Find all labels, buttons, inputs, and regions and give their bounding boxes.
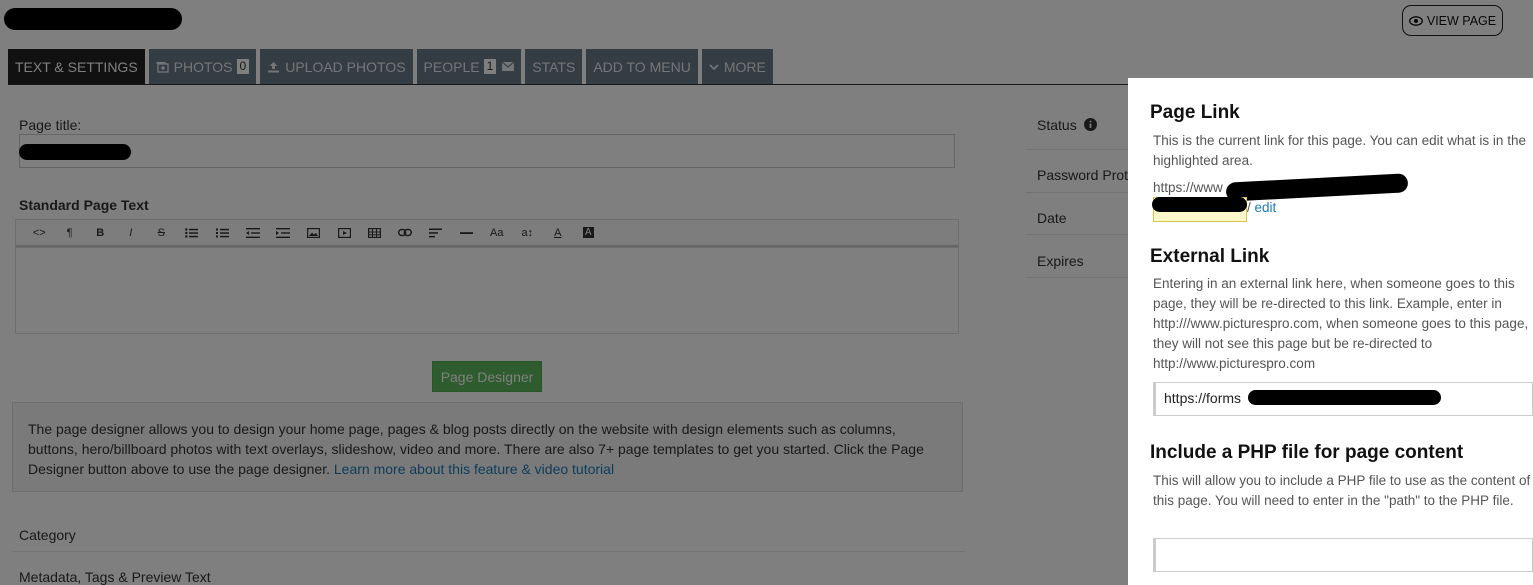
page-link-heading: Page Link	[1150, 102, 1240, 123]
edit-link[interactable]: edit	[1255, 200, 1277, 215]
php-file-path-input[interactable]	[1153, 538, 1533, 572]
external-link-value: https://forms	[1164, 390, 1242, 406]
external-link-description: Entering in an external link here, when …	[1153, 276, 1529, 371]
page-settings-panel: Page Link This is the current link for t…	[1128, 78, 1533, 585]
slug-edit: / edit	[1247, 200, 1277, 215]
php-include-heading: Include a PHP file for page content	[1150, 442, 1464, 463]
redacted-external-url	[1248, 390, 1441, 405]
redacted-page-slug	[1152, 197, 1247, 212]
page-link-description: This is the current link for this page. …	[1153, 133, 1526, 168]
external-link-heading: External Link	[1150, 246, 1270, 267]
php-include-description: This will allow you to include a PHP fil…	[1153, 473, 1531, 508]
